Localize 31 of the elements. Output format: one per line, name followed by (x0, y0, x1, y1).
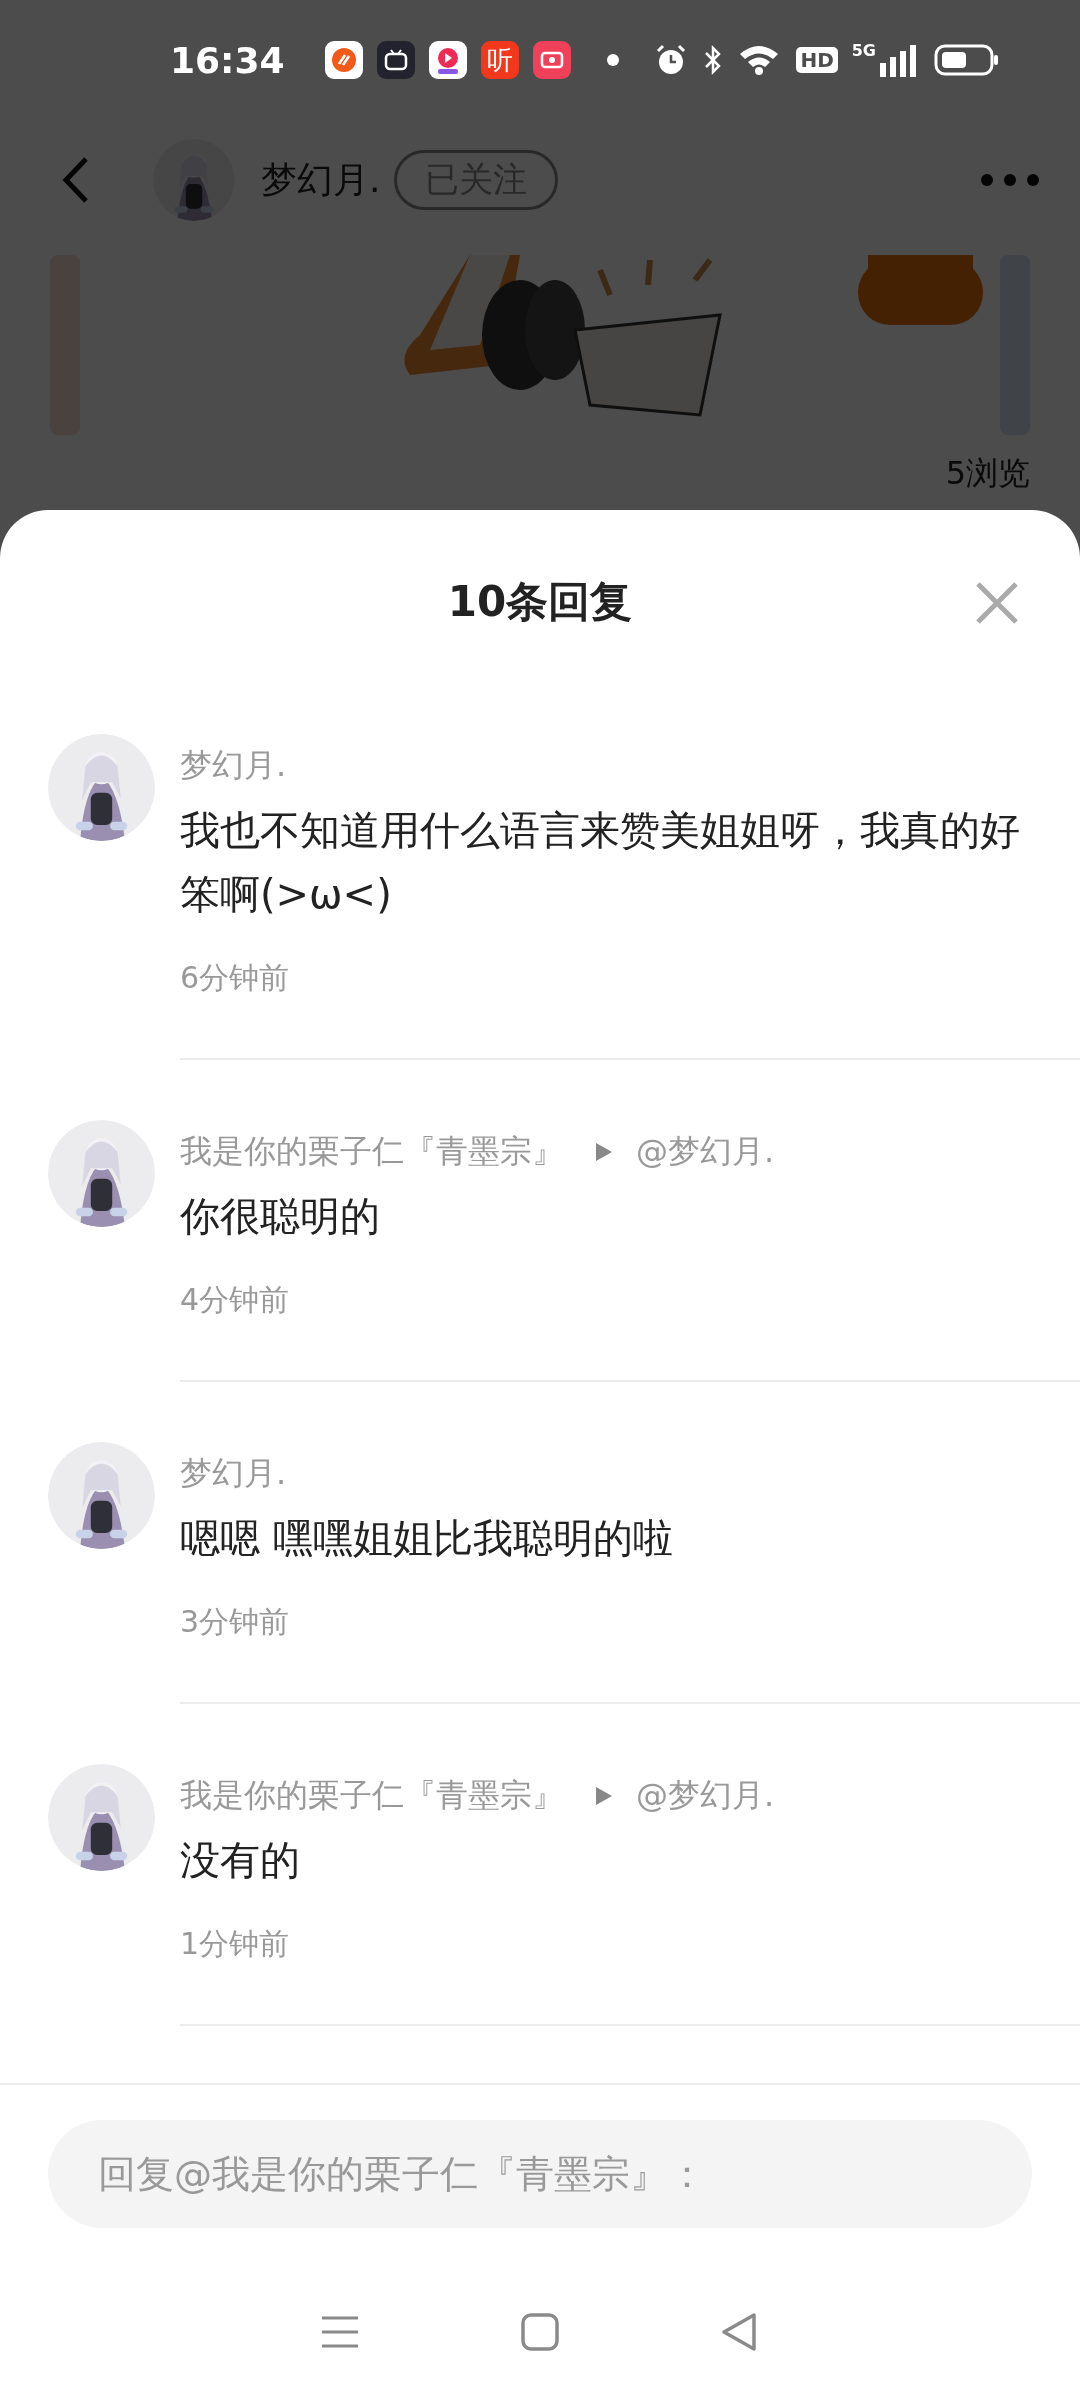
comment-text: 没有的 (180, 1836, 301, 1885)
reply-input-field[interactable]: 回复@我是你的栗子仁『青墨宗』： (48, 2120, 1032, 2228)
hd-badge: HD (796, 47, 838, 73)
app-icon (324, 41, 363, 79)
close-button[interactable] (974, 580, 1020, 626)
commenter-name[interactable]: 梦幻月. (180, 744, 287, 788)
sheet-title: 10条回复 (447, 576, 633, 628)
comment-time: 3分钟前 (180, 1603, 291, 1641)
app-icon (428, 41, 467, 79)
comment-text: 我也不知道用什么语言来赞美姐姐呀，我真的好笨啊(>ω<) (180, 806, 1021, 919)
app-icon (376, 41, 415, 79)
comment-text: 嗯嗯 嘿嘿姐姐比我聪明的啦 (180, 1514, 674, 1563)
view-count: 5浏览 (945, 453, 1030, 493)
comment-text: 你很聪明的 (180, 1192, 381, 1241)
reply-arrow-icon (594, 1785, 614, 1807)
comment-time: 6分钟前 (180, 959, 291, 997)
app-icon-label: 听 (486, 47, 513, 73)
reply-target[interactable]: @梦幻月. (636, 1130, 775, 1174)
battery-icon (934, 43, 1000, 77)
comment-time: 1分钟前 (180, 1925, 291, 1963)
home-icon[interactable] (520, 2312, 560, 2352)
user-name: 梦幻月. (261, 157, 381, 202)
reply-target[interactable]: @梦幻月. (636, 1774, 775, 1818)
commenter-name[interactable]: 我是你的栗子仁『青墨宗』 (180, 1774, 564, 1818)
reply-arrow-icon (594, 1141, 614, 1163)
network-label: 5G (851, 43, 876, 59)
commenter-name[interactable]: 我是你的栗子仁『青墨宗』 (180, 1130, 564, 1174)
commenter-name[interactable]: 梦幻月. (180, 1452, 287, 1496)
app-icon (532, 41, 571, 79)
clock-time: 16:34 (170, 39, 285, 81)
comment-time: 4分钟前 (180, 1281, 291, 1319)
